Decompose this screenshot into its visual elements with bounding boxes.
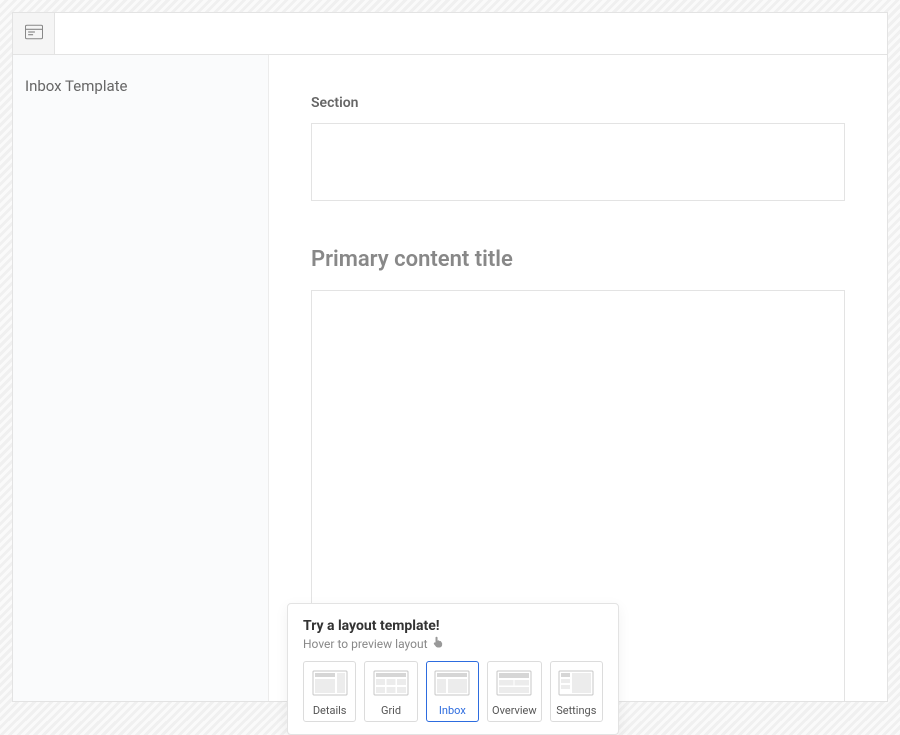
overview-layout-icon xyxy=(492,668,537,698)
popover-subtitle: Hover to preview layout xyxy=(303,636,603,651)
template-option-overview[interactable]: Overview xyxy=(487,661,542,722)
template-option-inbox[interactable]: Inbox xyxy=(426,661,479,722)
template-label: Settings xyxy=(555,704,598,717)
layout-icon-button[interactable] xyxy=(13,13,55,54)
template-label: Grid xyxy=(369,704,412,717)
popover-subtitle-text: Hover to preview layout xyxy=(303,637,428,651)
template-list: Details Grid xyxy=(303,661,603,722)
primary-content-title: Primary content title xyxy=(311,247,845,272)
popover-title: Try a layout template! xyxy=(303,618,603,634)
grid-layout-icon xyxy=(369,668,412,698)
template-option-details[interactable]: Details xyxy=(303,661,356,722)
template-option-grid[interactable]: Grid xyxy=(364,661,417,722)
section-label: Section xyxy=(311,95,845,111)
template-option-settings[interactable]: Settings xyxy=(550,661,603,722)
app-frame: Inbox Template Section Primary content t… xyxy=(12,12,888,702)
template-label: Details xyxy=(308,704,351,717)
toolbar-empty xyxy=(55,13,887,54)
layout-template-popover: Try a layout template! Hover to preview … xyxy=(287,603,619,735)
template-label: Inbox xyxy=(431,704,474,717)
layout-icon xyxy=(25,24,43,44)
section-placeholder[interactable] xyxy=(311,123,845,201)
details-layout-icon xyxy=(308,668,351,698)
toolbar xyxy=(13,13,887,55)
sidebar: Inbox Template xyxy=(13,55,269,701)
template-label: Overview xyxy=(492,704,537,717)
inbox-layout-icon xyxy=(431,668,474,698)
settings-layout-icon xyxy=(555,668,598,698)
pointer-icon xyxy=(432,636,444,651)
sidebar-title: Inbox Template xyxy=(25,77,256,95)
